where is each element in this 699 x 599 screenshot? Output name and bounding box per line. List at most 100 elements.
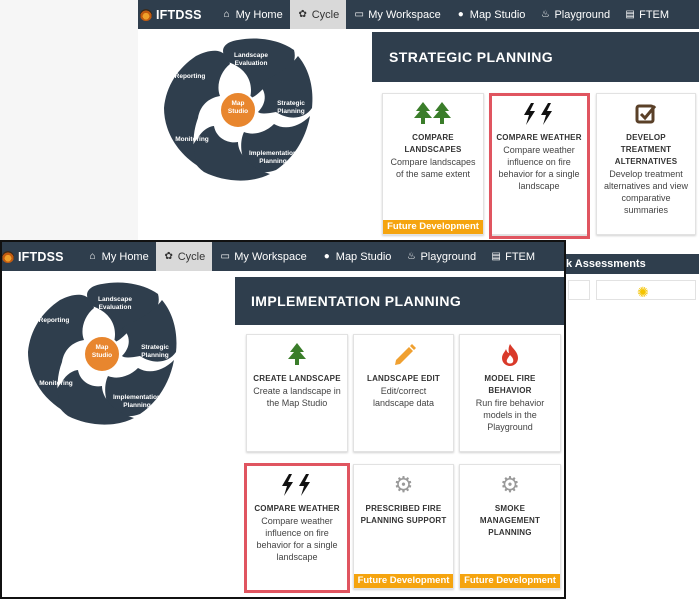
nav-map-studio[interactable]: ● Map Studio bbox=[448, 0, 533, 29]
segment-label-strategic-planning: Strategic Planning bbox=[141, 344, 169, 359]
card-desc: Run fire behavior models in the Playgrou… bbox=[475, 398, 545, 432]
card-title: CREATE LANDSCAPE bbox=[253, 374, 341, 383]
segment-label-strategic-planning: Strategic Planning bbox=[277, 100, 305, 115]
gear-icon: ⚙ bbox=[393, 472, 414, 497]
home-icon: ⌂ bbox=[89, 251, 96, 262]
gear-icon: ✿ bbox=[164, 251, 173, 262]
card-title: DEVELOP TREATMENT ALTERNATIVES bbox=[614, 133, 678, 166]
center-label: Map Studio bbox=[227, 100, 249, 115]
section-title: STRATEGIC PLANNING bbox=[372, 32, 699, 82]
card-title: LANDSCAPE EDIT bbox=[366, 374, 441, 383]
globe-icon: ● bbox=[457, 9, 464, 20]
front-navbar: IFTDSS ⌂ My Home ✿ Cycle ▭ My Workspace … bbox=[2, 242, 564, 271]
cycle-diagram: Map Studio Landscape Evaluation Strategi… bbox=[158, 34, 318, 184]
card-prescribed-fire-planning-support[interactable]: ⚙ PRESCRIBED FIRE PLANNING SUPPORT Futur… bbox=[353, 464, 454, 589]
segment-label-implementation-planning: Implementation Planning bbox=[112, 394, 162, 409]
fire-icon: ♨ bbox=[540, 9, 550, 20]
nav-label: Playground bbox=[420, 250, 477, 263]
segment-label-landscape-evaluation: Landscape Evaluation bbox=[98, 296, 132, 311]
pencil-icon bbox=[354, 341, 453, 369]
nav-label: My Workspace bbox=[368, 8, 441, 21]
nav-label: Cycle bbox=[177, 250, 206, 263]
card-title: PRESCRIBED FIRE PLANNING SUPPORT bbox=[360, 504, 447, 525]
iftdss-logo-icon bbox=[2, 250, 14, 263]
fire-icon bbox=[460, 341, 560, 369]
card-title: MODEL FIRE BEHAVIOR bbox=[484, 374, 536, 395]
iftdss-logo-icon bbox=[140, 8, 152, 21]
nav-ftem[interactable]: ▤ FTEM bbox=[483, 242, 542, 271]
nav-label: My Home bbox=[235, 8, 283, 21]
center-label: Map Studio bbox=[91, 344, 113, 359]
card-create-landscape[interactable]: CREATE LANDSCAPE Create a landscape in t… bbox=[246, 334, 348, 452]
future-development-badge: Future Development bbox=[460, 574, 560, 588]
gear-icon: ⚙ bbox=[500, 472, 520, 497]
document-icon: ▤ bbox=[625, 9, 635, 20]
segment-label-reporting: Reporting bbox=[38, 317, 70, 324]
nav-label: My Home bbox=[101, 250, 149, 263]
checkbox-icon bbox=[597, 100, 695, 128]
card-title: SMOKE MANAGEMENT PLANNING bbox=[479, 504, 541, 537]
nav-playground[interactable]: ♨ Playground bbox=[532, 0, 617, 29]
future-development-badge: Future Development bbox=[383, 220, 483, 234]
front-window: IFTDSS ⌂ My Home ✿ Cycle ▭ My Workspace … bbox=[0, 240, 566, 599]
screenshot-composite: IFTDSS ⌂ My Home ✿ Cycle ▭ My Workspace … bbox=[0, 0, 699, 599]
section-title-text: STRATEGIC PLANNING bbox=[389, 49, 554, 65]
segment-label-landscape-evaluation: Landscape Evaluation bbox=[234, 52, 268, 67]
window-icon: ▭ bbox=[220, 251, 230, 262]
nav-label: FTEM bbox=[639, 8, 670, 21]
highlight-box bbox=[489, 93, 590, 239]
nav-cycle[interactable]: ✿ Cycle bbox=[155, 242, 213, 271]
fire-icon: ♨ bbox=[406, 251, 416, 262]
card-desc: Edit/correct landscape data bbox=[372, 386, 435, 408]
nav-map-studio[interactable]: ● Map Studio bbox=[314, 242, 399, 271]
risk-assessments-title-text: k Assessments bbox=[566, 258, 646, 270]
section-title: IMPLEMENTATION PLANNING bbox=[235, 277, 564, 325]
nav-playground[interactable]: ♨ Playground bbox=[398, 242, 483, 271]
cycle-diagram: Map Studio Landscape Evaluation Strategi… bbox=[22, 278, 182, 428]
card-desc: Create a landscape in the Map Studio bbox=[253, 386, 341, 408]
tree-icon bbox=[247, 341, 347, 369]
card-smoke-management-planning[interactable]: ⚙ SMOKE MANAGEMENT PLANNING Future Devel… bbox=[459, 464, 561, 589]
brand[interactable]: IFTDSS bbox=[2, 250, 76, 264]
trees-icon bbox=[383, 100, 483, 128]
nav-label: Cycle bbox=[311, 8, 340, 21]
sun-icon: ✺ bbox=[637, 284, 649, 300]
segment-label-reporting: Reporting bbox=[174, 73, 206, 80]
highlight-box bbox=[244, 463, 350, 593]
brand[interactable]: IFTDSS bbox=[138, 8, 214, 22]
document-icon: ▤ bbox=[491, 251, 501, 262]
window-icon: ▭ bbox=[354, 9, 364, 20]
nav-label: Map Studio bbox=[335, 250, 392, 263]
card-desc: Compare landscapes of the same extent bbox=[390, 157, 476, 179]
nav-cycle[interactable]: ✿ Cycle bbox=[289, 0, 347, 29]
card-desc: Develop treatment alternatives and view … bbox=[603, 169, 689, 215]
nav-my-home[interactable]: ⌂ My Home bbox=[214, 0, 290, 29]
gear-icon: ✿ bbox=[298, 9, 307, 20]
globe-icon: ● bbox=[323, 251, 330, 262]
nav-label: FTEM bbox=[505, 250, 536, 263]
nav-my-workspace[interactable]: ▭ My Workspace bbox=[346, 0, 448, 29]
card-landscape-edit[interactable]: LANDSCAPE EDIT Edit/correct landscape da… bbox=[353, 334, 454, 452]
brand-name: IFTDSS bbox=[156, 7, 202, 22]
peek-card[interactable]: ✺ bbox=[596, 280, 696, 300]
future-development-badge: Future Development bbox=[354, 574, 453, 588]
nav-label: Map Studio bbox=[469, 8, 526, 21]
nav-label: My Workspace bbox=[234, 250, 307, 263]
segment-label-monitoring: Monitoring bbox=[39, 380, 73, 387]
back-navbar: IFTDSS ⌂ My Home ✿ Cycle ▭ My Workspace … bbox=[138, 0, 699, 29]
nav-my-home[interactable]: ⌂ My Home bbox=[76, 242, 156, 271]
section-title-text: IMPLEMENTATION PLANNING bbox=[251, 293, 462, 309]
segment-label-implementation-planning: Implementation Planning bbox=[248, 150, 298, 165]
card-title: COMPARE LANDSCAPES bbox=[404, 133, 462, 154]
peek-card[interactable] bbox=[568, 280, 590, 300]
nav-ftem[interactable]: ▤ FTEM bbox=[617, 0, 676, 29]
card-compare-landscapes[interactable]: COMPARE LANDSCAPES Compare landscapes of… bbox=[382, 93, 484, 235]
card-model-fire-behavior[interactable]: MODEL FIRE BEHAVIOR Run fire behavior mo… bbox=[459, 334, 561, 452]
nav-my-workspace[interactable]: ▭ My Workspace bbox=[212, 242, 314, 271]
segment-label-monitoring: Monitoring bbox=[175, 136, 209, 143]
nav-label: Playground bbox=[554, 8, 611, 21]
risk-assessments-title: k Assessments bbox=[566, 254, 699, 274]
home-icon: ⌂ bbox=[223, 9, 230, 20]
brand-name: IFTDSS bbox=[18, 249, 64, 264]
card-develop-treatment-alternatives[interactable]: DEVELOP TREATMENT ALTERNATIVES Develop t… bbox=[596, 93, 696, 235]
